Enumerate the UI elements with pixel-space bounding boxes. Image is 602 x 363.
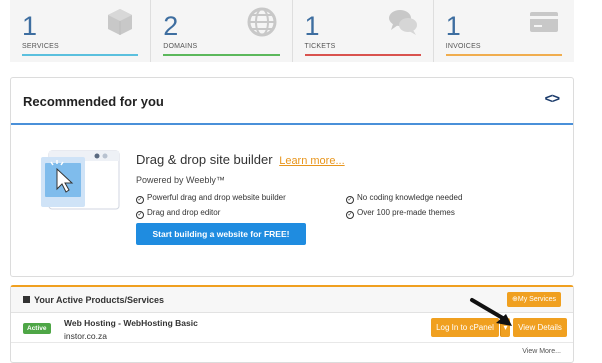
credit-card-icon xyxy=(530,12,558,32)
box-icon xyxy=(108,9,133,35)
powered-by: Powered by Weebly™ xyxy=(136,175,225,185)
product-domain: instor.co.za xyxy=(64,331,107,341)
feature-item: ✓ Over 100 pre-made themes xyxy=(346,208,455,219)
active-products-title: Your Active Products/Services xyxy=(23,295,164,305)
recommended-panel: Recommended for you <> Drag & drop site … xyxy=(10,77,574,277)
recommended-header: Recommended for you <> xyxy=(11,78,573,125)
invoices-bar xyxy=(445,54,562,56)
stats-row: 1 SERVICES 2 DOMAINS 1 TICKETS 1 INVOICE… xyxy=(10,0,574,62)
carousel-arrows[interactable]: <> xyxy=(545,90,560,106)
my-services-label: My Services xyxy=(517,296,556,303)
feature-item: ✓ No coding knowledge needed xyxy=(346,193,462,204)
feature-text: Over 100 pre-made themes xyxy=(357,208,455,217)
chevron-right-icon[interactable]: > xyxy=(552,90,560,106)
check-circle-icon: ✓ xyxy=(346,211,354,219)
invoices-label: INVOICES xyxy=(445,43,481,50)
stat-domains[interactable]: 2 DOMAINS xyxy=(151,0,293,62)
services-bar xyxy=(22,54,139,56)
site-builder-illustration xyxy=(41,150,120,210)
active-products-title-text: Your Active Products/Services xyxy=(34,295,165,305)
cube-icon xyxy=(23,296,30,303)
domains-bar xyxy=(163,54,280,56)
recommended-title: Recommended for you xyxy=(23,94,164,109)
promo-title: Drag & drop site builder Learn more... xyxy=(136,152,345,167)
chat-bubbles-icon xyxy=(388,10,417,35)
check-circle-icon: ✓ xyxy=(346,196,354,204)
stat-services[interactable]: 1 SERVICES xyxy=(10,0,152,62)
product-name: Web Hosting - WebHosting Basic xyxy=(64,318,198,328)
start-building-button[interactable]: Start building a website for FREE! xyxy=(136,223,306,245)
tickets-label: TICKETS xyxy=(304,43,336,50)
stat-invoices[interactable]: 1 INVOICES xyxy=(434,0,574,62)
feature-item: ✓ Powerful drag and drop website builder xyxy=(136,193,286,204)
stat-tickets[interactable]: 1 TICKETS xyxy=(293,0,434,62)
view-details-button[interactable]: View Details xyxy=(513,318,567,337)
check-circle-icon: ✓ xyxy=(136,196,144,204)
feature-text: Drag and drop editor xyxy=(147,208,221,217)
check-circle-icon: ✓ xyxy=(136,211,144,219)
services-label: SERVICES xyxy=(22,43,59,50)
view-more-link[interactable]: View More... xyxy=(522,348,561,355)
feature-text: No coding knowledge needed xyxy=(357,193,463,202)
annotation-arrow-icon xyxy=(470,298,512,326)
feature-item: ✓ Drag and drop editor xyxy=(136,208,220,219)
promo-title-text: Drag & drop site builder xyxy=(136,152,273,167)
feature-text: Powerful drag and drop website builder xyxy=(147,193,286,202)
learn-more-link[interactable]: Learn more... xyxy=(279,155,344,167)
tickets-bar xyxy=(304,54,421,56)
chevron-left-icon[interactable]: < xyxy=(545,90,553,106)
globe-icon xyxy=(247,7,276,37)
domains-label: DOMAINS xyxy=(163,43,198,50)
status-badge: Active xyxy=(23,323,51,334)
